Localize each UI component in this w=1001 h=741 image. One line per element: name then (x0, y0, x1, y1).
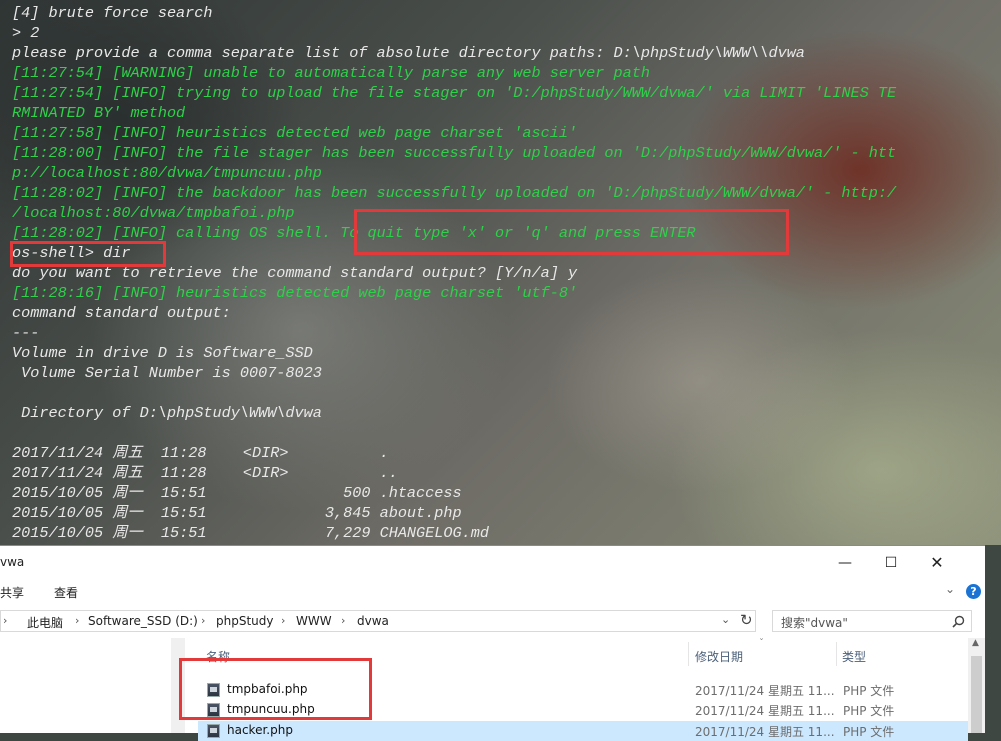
terminal-line: Volume in drive D is Software_SSD (12, 344, 313, 362)
address-bar[interactable]: › 此电脑 › Software_SSD (D:) › phpStudy › W… (0, 610, 756, 632)
column-divider[interactable] (836, 642, 837, 666)
file-date: 2017/11/24 星期五 11... (695, 704, 835, 718)
terminal-line: 2015/10/05 周一 15:51 500 .htaccess (12, 484, 462, 502)
terminal-line: 2017/11/24 周五 11:28 <DIR> . (12, 444, 389, 462)
highlight-quit-message (354, 209, 789, 255)
column-header-date[interactable]: 修改日期 (695, 648, 743, 665)
file-name: hacker.php (227, 723, 293, 737)
terminal-line: p://localhost:80/dvwa/tmpuncuu.php (12, 164, 322, 182)
php-file-icon (207, 724, 220, 738)
terminal-line: 2015/10/05 周一 15:51 3,845 about.php (12, 504, 462, 522)
highlight-uploaded-files (179, 658, 372, 720)
breadcrumb-phpstudy[interactable]: phpStudy (216, 614, 274, 628)
ribbon-tabs: 共享 查看 ⌄ ? (0, 580, 985, 606)
terminal-line: > 2 (12, 24, 40, 42)
terminal-line: Volume Serial Number is 0007-8023 (12, 364, 322, 382)
terminal-line: 2015/10/05 周一 15:51 7,229 CHANGELOG.md (12, 524, 489, 542)
address-dropdown-chevron-icon[interactable]: ⌄ (721, 613, 730, 626)
highlight-os-shell-prompt (10, 241, 166, 267)
search-input[interactable]: 搜索"dvwa" (772, 610, 972, 632)
breadcrumb-this-pc[interactable]: 此电脑 (27, 614, 63, 631)
breadcrumb-dvwa[interactable]: dvwa (357, 614, 389, 628)
terminal-output: [4] brute force search > 2 please provide … (12, 3, 896, 543)
terminal-line: [11:28:02] [INFO] the backdoor has been … (12, 184, 897, 202)
file-type: PHP 文件 (843, 704, 895, 718)
refresh-icon[interactable]: ↻ (740, 611, 753, 629)
breadcrumb-drive[interactable]: Software_SSD (D:) (88, 614, 198, 628)
terminal-line: RMINATED BY' method (12, 104, 186, 122)
column-header-type[interactable]: 类型 (842, 648, 866, 665)
file-date: 2017/11/24 星期五 11... (695, 684, 835, 698)
breadcrumb-separator-icon[interactable]: › (281, 614, 285, 627)
terminal-line: 2017/11/24 周五 11:28 <DIR> .. (12, 464, 398, 482)
address-row: › 此电脑 › Software_SSD (D:) › phpStudy › W… (0, 608, 985, 636)
chevron-right-icon[interactable]: › (3, 614, 7, 627)
tab-share[interactable]: 共享 (0, 584, 24, 601)
terminal-line: Directory of D:\phpStudy\WWW\dvwa (12, 404, 322, 422)
breadcrumb-separator-icon[interactable]: › (341, 614, 345, 627)
terminal-line: [11:27:54] [INFO] trying to upload the f… (12, 84, 897, 102)
terminal-line: command standard output: (12, 304, 231, 322)
breadcrumb-www[interactable]: WWW (296, 614, 332, 628)
terminal-line: --- (12, 324, 40, 342)
scrollbar-thumb[interactable] (971, 656, 982, 733)
search-placeholder: 搜索"dvwa" (781, 616, 848, 630)
file-list-scrollbar[interactable]: ▲ (968, 638, 985, 733)
file-explorer-window[interactable]: vwa — ☐ ✕ 共享 查看 ⌄ ? › 此电脑 › Software_SSD… (0, 545, 985, 741)
minimize-button[interactable]: — (822, 550, 868, 576)
terminal-line: [11:27:54] [WARNING] unable to automatic… (12, 64, 650, 82)
terminal-line: [11:28:00] [INFO] the file stager has be… (12, 144, 897, 162)
scroll-up-arrow-icon[interactable]: ▲ (972, 638, 979, 648)
terminal-line: [11:27:58] [INFO] heuristics detected we… (12, 124, 578, 142)
maximize-button[interactable]: ☐ (868, 550, 914, 576)
terminal-line: [4] brute force search (12, 4, 213, 22)
terminal-line: [11:28:16] [INFO] heuristics detected we… (12, 284, 578, 302)
sort-chevron-icon: ˇ (759, 638, 764, 649)
window-title: vwa (0, 555, 25, 569)
terminal-line: please provide a comma separate list of … (12, 44, 805, 62)
column-divider[interactable] (688, 642, 689, 666)
breadcrumb-separator-icon[interactable]: › (201, 614, 205, 627)
navigation-pane[interactable] (0, 638, 180, 733)
close-button[interactable]: ✕ (914, 550, 960, 576)
tab-view[interactable]: 查看 (54, 584, 78, 601)
file-type: PHP 文件 (843, 684, 895, 698)
ribbon-expand-chevron-icon[interactable]: ⌄ (945, 582, 955, 596)
breadcrumb-separator-icon[interactable]: › (75, 614, 79, 627)
title-bar[interactable]: vwa — ☐ ✕ (0, 546, 985, 580)
search-icon[interactable] (952, 615, 965, 628)
help-icon[interactable]: ? (966, 584, 981, 599)
file-row-hacker[interactable]: hacker.php 2017/11/24 星期五 11... PHP 文件 (198, 721, 968, 741)
